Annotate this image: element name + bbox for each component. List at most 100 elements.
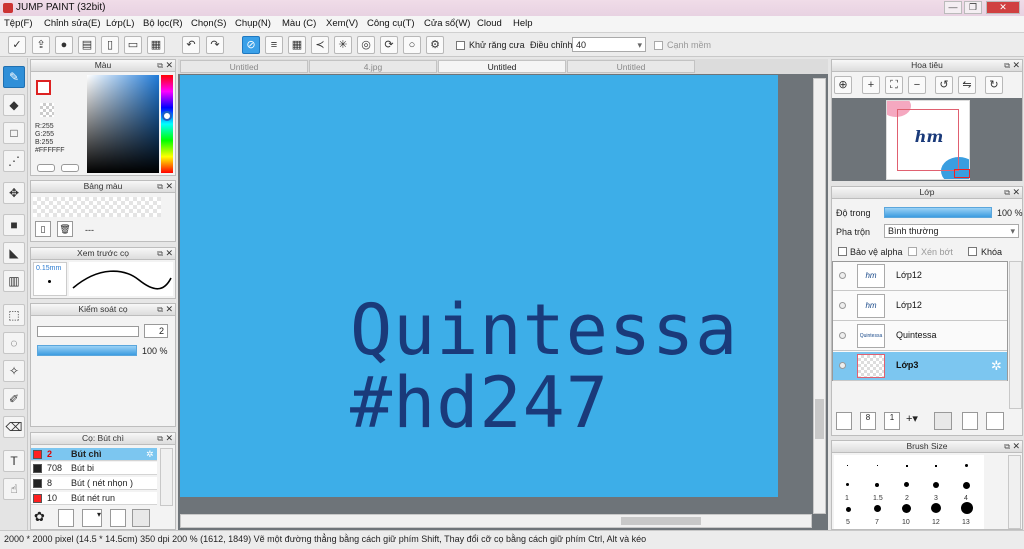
brush-dot[interactable]	[935, 465, 937, 467]
new-layer-icon[interactable]	[836, 412, 852, 430]
close-icon[interactable]: ✕	[165, 304, 173, 315]
menu-view[interactable]: Xem(V)	[326, 18, 358, 29]
menu-select[interactable]: Chọn(S)	[191, 18, 226, 29]
brush-dot[interactable]	[904, 482, 909, 487]
tab-untitled[interactable]: Untitled	[567, 60, 695, 73]
menu-file[interactable]: Tệp(F)	[4, 18, 33, 29]
float-icon[interactable]: ⧉	[1004, 60, 1010, 71]
close-button[interactable]: ✕	[986, 1, 1020, 14]
brush-dot[interactable]	[963, 482, 970, 489]
palette-grid[interactable]	[33, 197, 161, 217]
pen-tool-icon[interactable]: ✎	[3, 66, 25, 88]
lock-checkbox[interactable]	[968, 247, 977, 256]
float-icon[interactable]: ⧉	[157, 181, 163, 192]
antialias-checkbox[interactable]	[456, 41, 465, 50]
soft-edge-checkbox[interactable]	[654, 41, 663, 50]
pen-item[interactable]: 708 Bút bi	[31, 462, 157, 475]
blend-select[interactable]: Bình thường ▾	[884, 224, 1019, 238]
folder-icon[interactable]	[934, 412, 952, 430]
curve-icon[interactable]: ⟳	[380, 36, 398, 54]
redo-icon[interactable]: ↷	[206, 36, 224, 54]
fill-rect-icon[interactable]: ■	[3, 214, 25, 236]
settings-icon[interactable]: ⚙	[426, 36, 444, 54]
float-icon[interactable]: ⧉	[1004, 441, 1010, 452]
close-icon[interactable]: ✕	[165, 248, 173, 259]
pen-menu-icon[interactable]: ▾	[82, 509, 102, 527]
close-icon[interactable]: ✕	[1012, 187, 1020, 198]
message-icon[interactable]: ▤	[78, 36, 96, 54]
no-ruler-icon[interactable]: ⊘	[242, 36, 260, 54]
menu-filter[interactable]: Bộ lọc(R)	[143, 18, 183, 29]
eye-icon[interactable]	[839, 272, 846, 279]
brush-dot[interactable]	[933, 482, 939, 488]
brush-dot[interactable]	[846, 483, 849, 486]
hue-handle[interactable]	[162, 111, 172, 121]
rect-select-icon[interactable]: □	[3, 122, 25, 144]
folder-icon[interactable]	[132, 509, 150, 527]
brush-dot[interactable]	[906, 465, 908, 467]
color-mode-button[interactable]	[37, 164, 55, 172]
bucket-icon[interactable]: ◣	[3, 242, 25, 264]
menu-cloud[interactable]: Cloud	[477, 18, 502, 29]
check-icon[interactable]: ✓	[8, 36, 26, 54]
menu-help[interactable]: Help	[513, 18, 533, 29]
float-icon[interactable]: ⧉	[1004, 187, 1010, 198]
brush-dot[interactable]	[965, 464, 968, 467]
pen-item[interactable]: 10 Bút nét run	[31, 492, 157, 505]
merge-layer-icon[interactable]	[986, 412, 1004, 430]
float-icon[interactable]: ⧉	[157, 433, 163, 444]
brush-dot[interactable]	[931, 503, 941, 513]
layer-scrollbar[interactable]	[1009, 261, 1022, 409]
fit-screen-icon[interactable]: ⛶	[885, 76, 903, 94]
primary-color-swatch[interactable]	[36, 80, 51, 95]
eye-icon[interactable]	[839, 362, 846, 369]
menu-color[interactable]: Màu (C)	[282, 18, 316, 29]
gear-icon[interactable]: ✲	[146, 448, 154, 460]
select-pen-icon[interactable]: ✐	[3, 388, 25, 410]
brush-dot[interactable]	[874, 505, 881, 512]
adjust-input[interactable]: 40 ▾	[572, 37, 646, 52]
grid-icon[interactable]: ▦	[147, 36, 165, 54]
gear-icon[interactable]: ✲	[991, 358, 1002, 374]
layer-row[interactable]: hm Lớp12	[833, 292, 1007, 321]
zoom-fit-icon[interactable]: ⊕	[834, 76, 852, 94]
close-icon[interactable]: ✕	[165, 60, 173, 71]
clip-checkbox[interactable]	[908, 247, 917, 256]
new-palette-icon[interactable]: ▯	[35, 221, 51, 237]
flip-icon[interactable]: ⇋	[958, 76, 976, 94]
hue-slider[interactable]	[161, 75, 173, 173]
perspective-icon[interactable]: ≺	[311, 36, 329, 54]
radial-icon[interactable]: ✳	[334, 36, 352, 54]
layer-row[interactable]: hm Lớp12	[833, 262, 1007, 291]
float-icon[interactable]: ⧉	[157, 60, 163, 71]
circle-ruler-icon[interactable]: ○	[403, 36, 421, 54]
brush-size-slider[interactable]	[37, 326, 139, 337]
menu-window[interactable]: Cửa sổ(W)	[424, 18, 470, 29]
canvas-paper[interactable]: Quintessa #hd247	[180, 75, 778, 497]
menu-capture[interactable]: Chụp(N)	[235, 18, 271, 29]
close-icon[interactable]: ✕	[1012, 441, 1020, 452]
brush-dot[interactable]	[961, 502, 973, 514]
eye-icon[interactable]	[839, 332, 846, 339]
layer-row[interactable]: Quintessa Quintessa	[833, 322, 1007, 351]
secondary-color-swatch[interactable]	[40, 103, 54, 117]
eye-icon[interactable]	[839, 302, 846, 309]
tab-4jpg[interactable]: 4.jpg	[309, 60, 437, 73]
layer-opacity-slider[interactable]	[884, 207, 992, 218]
tab-untitled-active[interactable]: Untitled	[438, 60, 566, 73]
pen-settings-icon[interactable]: ✿	[34, 509, 52, 527]
rotate-left-icon[interactable]: ↺	[935, 76, 953, 94]
new-1bit-layer-icon[interactable]: 1	[884, 412, 900, 430]
tab-untitled[interactable]: Untitled	[180, 60, 308, 73]
color-picker-area[interactable]	[87, 75, 159, 173]
text-icon[interactable]: T	[3, 450, 25, 472]
page-icon[interactable]: ▯	[101, 36, 119, 54]
protect-alpha-checkbox[interactable]	[838, 247, 847, 256]
horizontal-scrollbar[interactable]	[180, 514, 812, 528]
navigator-view[interactable]: hm	[832, 98, 1022, 181]
brush-size-scrollbar[interactable]	[1008, 455, 1021, 529]
horizontal-scroll-thumb[interactable]	[621, 517, 701, 525]
add-layer-menu-icon[interactable]: +▾	[906, 412, 928, 430]
close-icon[interactable]: ✕	[165, 181, 173, 192]
dot-line-icon[interactable]: ⋰	[3, 150, 25, 172]
